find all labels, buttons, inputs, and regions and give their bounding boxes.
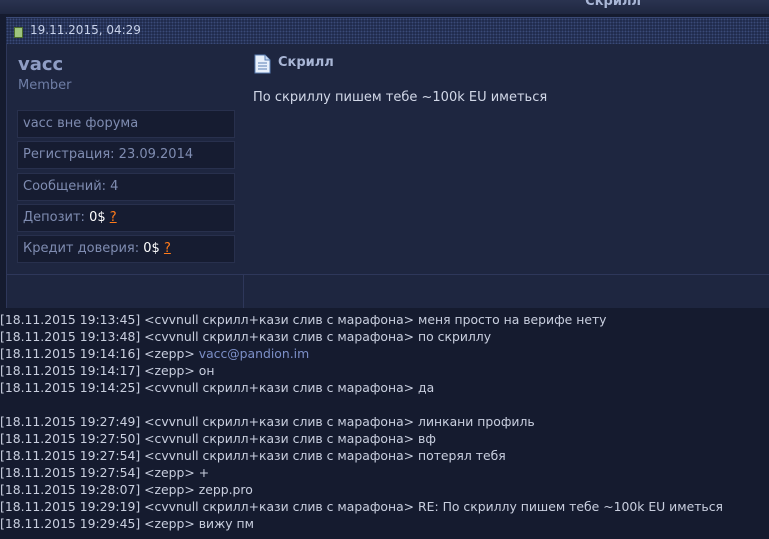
chat-timestamp: [18.11.2015 19:14:16] [0, 346, 141, 361]
message-panel: Скрилл По скриллу пишем тебе ~100k EU им… [244, 44, 769, 274]
chat-text: вф [418, 431, 436, 446]
chat-log: [18.11.2015 19:13:45] <cvvnull скрилл+ка… [0, 311, 769, 532]
chat-text: он [198, 363, 215, 378]
chat-timestamp: [18.11.2015 19:14:25] [0, 380, 141, 395]
chat-timestamp: [18.11.2015 19:27:50] [0, 431, 141, 446]
deposit-help-link[interactable]: ? [110, 210, 117, 225]
chat-nick: <cvvnull скрилл+кази слив с марафона> [144, 431, 415, 446]
chat-nick: <cvvnull скрилл+кази слив с марафона> [144, 312, 415, 327]
chat-nick: <zepp> [144, 516, 195, 531]
credit-value: 0$ [143, 241, 160, 256]
chat-nick: <cvvnull скрилл+кази слив с марафона> [144, 448, 415, 463]
chat-line: [18.11.2015 19:13:45] <cvvnull скрилл+ка… [0, 311, 769, 328]
chat-line: [18.11.2015 19:14:16] <zepp> vacc@pandio… [0, 345, 769, 362]
user-info-panel: vacc Member vacc вне форума Регистрация:… [6, 44, 245, 274]
chat-text: вижу пм [198, 516, 254, 531]
message-body: По скриллу пишем тебе ~100k EU иметься [253, 90, 548, 105]
user-registration: Регистрация: 23.09.2014 [17, 141, 235, 169]
post-header-bar: 19.11.2015, 04:29 [6, 17, 769, 45]
chat-text: по скриллу [418, 329, 492, 344]
chat-nick: <zepp> [144, 346, 195, 361]
chat-nick: <zepp> [144, 363, 195, 378]
user-messages-count: Сообщений: 4 [17, 173, 235, 201]
chat-line: [18.11.2015 19:28:07] <zepp> zepp.pro [0, 481, 769, 498]
chat-timestamp: [18.11.2015 19:29:19] [0, 499, 141, 514]
post-date: 19.11.2015, 04:29 [30, 23, 141, 37]
deposit-value: 0$ [89, 210, 106, 225]
user-title: Member [18, 78, 72, 93]
chat-timestamp: [18.11.2015 19:14:17] [0, 363, 141, 378]
chat-timestamp: [18.11.2015 19:13:48] [0, 329, 141, 344]
chat-nick: <cvvnull скрилл+кази слив с марафона> [144, 380, 415, 395]
chat-line: [18.11.2015 19:14:25] <cvvnull скрилл+ка… [0, 379, 769, 396]
chat-timestamp: [18.11.2015 19:29:45] [0, 516, 141, 531]
thread-title: Скрилл [585, 0, 641, 9]
top-header-strip: Скрилл [0, 0, 769, 14]
footer-divider [243, 275, 244, 308]
chat-text: да [418, 380, 435, 395]
chat-timestamp: [18.11.2015 19:13:45] [0, 312, 141, 327]
chat-email-link[interactable]: vacc@pandion.im [199, 346, 309, 361]
chat-blank-line [0, 396, 769, 413]
chat-text: + [198, 465, 210, 480]
post-status-icon [14, 27, 23, 38]
credit-label: Кредит доверия: [23, 241, 140, 256]
chat-line: [18.11.2015 19:27:49] <cvvnull скрилл+ка… [0, 413, 769, 430]
chat-nick: <cvvnull скрилл+кази слив с марафона> [144, 329, 415, 344]
chat-line: [18.11.2015 19:14:17] <zepp> он [0, 362, 769, 379]
chat-line: [18.11.2015 19:29:19] <cvvnull скрилл+ка… [0, 498, 769, 515]
chat-text: потерял тебя [418, 448, 506, 463]
chat-nick: <cvvnull скрилл+кази слив с марафона> [144, 499, 415, 514]
user-online-status: vacc вне форума [17, 110, 235, 138]
chat-line: [18.11.2015 19:29:45] <zepp> вижу пм [0, 515, 769, 532]
post-footer [6, 274, 769, 308]
chat-timestamp: [18.11.2015 19:27:54] [0, 465, 141, 480]
username-link[interactable]: vacc [18, 54, 63, 75]
messages-text: Сообщений: 4 [23, 179, 119, 194]
chat-nick: <cvvnull скрилл+кази слив с марафона> [144, 414, 415, 429]
chat-nick: <zepp> [144, 465, 195, 480]
message-title: Скрилл [278, 55, 334, 70]
registration-text: Регистрация: 23.09.2014 [23, 147, 194, 162]
chat-text: zepp.pro [198, 482, 253, 497]
chat-text: RE: По скриллу пишем тебе ~100k EU иметь… [418, 499, 723, 514]
credit-help-link[interactable]: ? [164, 241, 171, 256]
chat-line: [18.11.2015 19:27:54] <zepp> + [0, 464, 769, 481]
chat-line: [18.11.2015 19:13:48] <cvvnull скрилл+ка… [0, 328, 769, 345]
user-credit: Кредит доверия: 0$ ? [17, 235, 235, 263]
chat-timestamp: [18.11.2015 19:28:07] [0, 482, 141, 497]
chat-line: [18.11.2015 19:27:50] <cvvnull скрилл+ка… [0, 430, 769, 447]
chat-line: [18.11.2015 19:27:54] <cvvnull скрилл+ка… [0, 447, 769, 464]
chat-timestamp: [18.11.2015 19:27:54] [0, 448, 141, 463]
chat-text: меня просто на верифе нету [418, 312, 607, 327]
chat-timestamp: [18.11.2015 19:27:49] [0, 414, 141, 429]
user-deposit: Депозит: 0$ ? [17, 204, 235, 232]
deposit-label: Депозит: [23, 210, 85, 225]
document-icon [254, 54, 271, 74]
chat-text: линкани профиль [418, 414, 535, 429]
chat-nick: <zepp> [144, 482, 195, 497]
user-status-text: vacc вне форума [23, 116, 139, 131]
